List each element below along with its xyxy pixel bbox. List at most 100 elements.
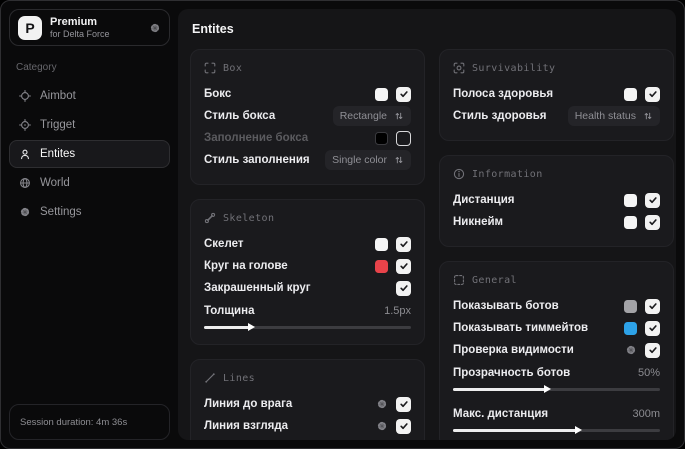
row-controls [624, 214, 660, 230]
dropdown-value: Rectangle [339, 110, 387, 122]
sidebar-item-entites[interactable]: Entites [9, 140, 170, 168]
color-swatch[interactable] [624, 193, 637, 207]
checkbox[interactable] [645, 214, 660, 230]
row-controls [375, 236, 411, 252]
slider-value: 1.5px [384, 305, 411, 317]
color-swatch[interactable] [375, 259, 388, 273]
slider-thumb[interactable] [575, 426, 583, 434]
globe-icon [19, 177, 31, 189]
brand-text: Premium for Delta Force [50, 16, 141, 39]
checkbox[interactable] [645, 320, 660, 336]
card-rows: Полоса здоровья Стиль здоровья Health stat… [453, 83, 660, 127]
row-controls [375, 258, 411, 274]
sidebar-item-label: Aimbot [40, 90, 76, 102]
card-title: Information [472, 168, 543, 180]
settings-row: Круг на голове [204, 255, 411, 277]
checkbox[interactable] [396, 418, 411, 434]
slider-track[interactable] [204, 323, 411, 331]
checkbox[interactable] [645, 86, 660, 102]
slider-track[interactable] [453, 426, 660, 434]
row-controls [625, 342, 660, 358]
slider-row: Макс. дистанция 300m [453, 402, 660, 434]
row-gear-icon[interactable] [376, 420, 388, 432]
slider-thumb[interactable] [544, 385, 552, 393]
checkbox[interactable] [396, 280, 411, 296]
slider-track[interactable] [453, 385, 660, 393]
checkbox[interactable] [396, 86, 411, 102]
row-controls: Single color [325, 150, 411, 170]
card-title: Skeleton [223, 212, 275, 224]
settings-row: Стиль здоровья Health status [453, 105, 660, 127]
brand-subtitle: for Delta Force [50, 28, 110, 39]
style-dropdown[interactable]: Single color [325, 150, 411, 170]
card-column: Survivability Полоса здоровья Стиль здоров… [439, 49, 674, 440]
color-swatch[interactable] [375, 87, 388, 101]
style-dropdown[interactable]: Rectangle [332, 106, 411, 126]
checkbox[interactable] [396, 130, 411, 146]
row-controls: Rectangle [332, 106, 411, 126]
card-header: Lines [204, 372, 411, 384]
row-gear-icon[interactable] [376, 398, 388, 410]
bone-icon [204, 212, 216, 224]
card-header: Survivability [453, 62, 660, 74]
slider-value: 300m [632, 408, 660, 420]
setting-label: Стиль заполнения [204, 154, 310, 166]
style-dropdown[interactable]: Health status [567, 106, 660, 126]
setting-label: Заполнение бокса [204, 132, 309, 144]
line-icon [204, 372, 216, 384]
setting-label: Круг на голове [204, 260, 288, 272]
card-columns: Box Бокс Стиль бокса Rectangle Заполнение бо… [190, 49, 674, 440]
setting-label: Показывать ботов [453, 300, 559, 312]
color-swatch[interactable] [375, 237, 388, 251]
slider-fill [204, 326, 250, 329]
grid-icon [453, 274, 465, 286]
app-window: P Premium for Delta Force Category Aimbo… [0, 0, 685, 449]
brand-gear-icon[interactable] [149, 22, 161, 34]
settings-row: Никнейм [453, 211, 660, 233]
slider-thumb[interactable] [247, 323, 255, 331]
checkbox[interactable] [396, 236, 411, 252]
sidebar-item-world[interactable]: World [9, 169, 170, 197]
slider-row: Прозрачность ботов 50% [453, 361, 660, 393]
crosshair-icon [19, 90, 31, 102]
sort-arrows-icon [643, 111, 653, 121]
sidebar-item-label: Settings [40, 206, 82, 218]
sidebar-item-label: Entites [40, 148, 76, 160]
card-title: Lines [223, 372, 256, 384]
card-skeleton: Skeleton Скелет Круг на голове Закрашенный … [190, 199, 425, 345]
focus-icon [453, 62, 465, 74]
checkbox[interactable] [396, 258, 411, 274]
category-label: Category [16, 62, 57, 73]
checkbox[interactable] [645, 298, 660, 314]
settings-row: Бокс [204, 83, 411, 105]
settings-row: Линия взгляда [204, 415, 411, 437]
sidebar-item-trigget[interactable]: Trigget [9, 111, 170, 139]
color-swatch[interactable] [624, 299, 637, 313]
row-controls [396, 280, 411, 296]
color-swatch[interactable] [624, 321, 637, 335]
color-swatch[interactable] [375, 131, 388, 145]
checkbox[interactable] [396, 396, 411, 412]
sidebar-item-settings[interactable]: Settings [9, 198, 170, 226]
color-swatch[interactable] [624, 87, 637, 101]
row-gear-icon[interactable] [625, 344, 637, 356]
card-title: General [472, 274, 517, 286]
sidebar: P Premium for Delta Force Category Aimbo… [9, 9, 170, 440]
settings-row: Стиль бокса Rectangle [204, 105, 411, 127]
brand-header: P Premium for Delta Force [9, 9, 170, 46]
setting-label: Никнейм [453, 216, 504, 228]
brand-logo: P [18, 15, 42, 40]
setting-label: Стиль здоровья [453, 110, 547, 122]
sidebar-item-aimbot[interactable]: Aimbot [9, 82, 170, 110]
setting-label: Показывать тиммейтов [453, 322, 589, 334]
settings-row: Линия до врага [204, 393, 411, 415]
card-rows: Бокс Стиль бокса Rectangle Заполнение бокса… [204, 83, 411, 171]
settings-row: Полоса здоровья [453, 83, 660, 105]
brand-title: Premium [50, 16, 98, 28]
checkbox[interactable] [645, 192, 660, 208]
checkbox[interactable] [645, 342, 660, 358]
row-controls [624, 298, 660, 314]
settings-row: Скелет [204, 233, 411, 255]
color-swatch[interactable] [624, 215, 637, 229]
slider-row: Толщина 1.5px [204, 299, 411, 331]
